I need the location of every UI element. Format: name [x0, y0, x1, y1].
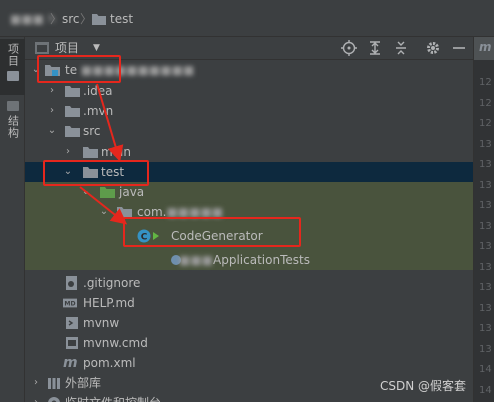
- watermark: CSDN @假客套: [380, 379, 467, 393]
- breadcrumb-separator: 〉: [50, 12, 63, 26]
- highlight-box-root: [37, 55, 121, 83]
- breadcrumb: ■■■ h 〉 src 〉 test: [0, 0, 494, 37]
- tree-label-scratches: 临时文件和控制台: [65, 393, 161, 402]
- tree-label-external-libraries: 外部库: [65, 376, 102, 390]
- gear-icon[interactable]: [425, 40, 441, 56]
- folder-icon: [65, 126, 80, 137]
- expanded-arrow-icon[interactable]: ⌄: [47, 121, 57, 141]
- tree-row-scratches[interactable]: › 临时文件和控制台: [25, 393, 473, 402]
- collapsed-arrow-icon[interactable]: ›: [47, 101, 57, 121]
- maven-icon: m: [63, 355, 78, 371]
- project-view-icon: [35, 42, 49, 54]
- line-number: 13: [479, 138, 492, 150]
- tree-row-applicationtests[interactable]: ■■■ApplicationTests: [25, 250, 473, 270]
- tree-row-help[interactable]: MD HELP.md: [25, 293, 473, 313]
- tab-structure-label: 结构: [6, 115, 20, 139]
- scratches-icon: [48, 397, 60, 402]
- line-number: 13: [479, 343, 492, 355]
- line-number: 12: [479, 97, 492, 109]
- project-view-title[interactable]: 项目: [55, 40, 79, 56]
- chevron-down-icon[interactable]: ▼: [93, 40, 100, 56]
- line-number: 13: [479, 200, 492, 211]
- highlight-box-test: [43, 160, 149, 186]
- tree-row-idea[interactable]: › .idea: [25, 81, 473, 101]
- expand-all-icon[interactable]: [367, 40, 383, 56]
- collapsed-arrow-icon[interactable]: ›: [31, 393, 41, 402]
- tree-row-pom[interactable]: m pom.xml: [25, 353, 473, 373]
- tree-row-gitignore[interactable]: .gitignore: [25, 273, 473, 293]
- line-number: 13: [479, 220, 492, 232]
- tree-row-mvn[interactable]: › .mvn: [25, 101, 473, 121]
- highlight-box-codegenerator: [123, 217, 301, 247]
- collapsed-arrow-icon[interactable]: ›: [47, 81, 57, 101]
- tool-window-strip: 项目 结构: [0, 37, 25, 402]
- tree-label-pom: pom.xml: [83, 356, 136, 370]
- structure-tab-icon: [6, 101, 19, 111]
- markdown-file-icon: MD: [63, 298, 77, 308]
- folder-icon: [83, 147, 98, 158]
- tree-label-mvnwcmd: mvnw.cmd: [83, 336, 148, 350]
- tree-label-src: src: [83, 124, 101, 138]
- line-number: 12: [479, 118, 492, 129]
- folder-icon: [65, 86, 80, 97]
- tree-label-idea: .idea: [83, 84, 113, 98]
- collapse-all-icon[interactable]: [393, 40, 409, 56]
- line-number: 13: [479, 302, 492, 314]
- folder-icon: [92, 14, 106, 25]
- line-number: 14: [479, 364, 492, 375]
- tree-row-src[interactable]: ⌄ src: [25, 121, 473, 141]
- line-number: 13: [479, 282, 492, 293]
- collapsed-arrow-icon[interactable]: ›: [31, 373, 41, 393]
- tree-label-main: main: [101, 145, 131, 159]
- tree-label-mvnw: mvnw: [83, 316, 120, 330]
- locate-icon[interactable]: [341, 40, 357, 56]
- line-number: 13: [479, 179, 492, 191]
- maven-icon: m: [479, 40, 492, 54]
- cmd-file-icon: [66, 337, 78, 349]
- breadcrumb-src[interactable]: src: [62, 11, 80, 27]
- breadcrumb-test[interactable]: test: [110, 11, 133, 27]
- tab-project-label: 项目: [6, 43, 20, 67]
- svg-text:MD: MD: [64, 301, 75, 308]
- tab-structure[interactable]: 结构: [0, 97, 25, 153]
- tree-row-mvnwcmd[interactable]: mvnw.cmd: [25, 333, 473, 353]
- line-number: 13: [479, 323, 492, 334]
- editor-tab[interactable]: m: [474, 37, 494, 60]
- tree-row-main[interactable]: › main: [25, 142, 473, 162]
- line-number: 14: [479, 384, 492, 396]
- breadcrumb-separator: 〉: [80, 12, 93, 26]
- line-number: 13: [479, 261, 492, 273]
- tree-label-applicationtests-text: ApplicationTests: [213, 253, 310, 267]
- test-sources-folder-icon: [100, 187, 115, 198]
- hide-icon[interactable]: [451, 40, 467, 56]
- tree-label-gitignore: .gitignore: [83, 276, 141, 290]
- line-number: 13: [479, 241, 492, 252]
- line-number: 13: [479, 159, 492, 170]
- line-number: 12: [479, 77, 492, 88]
- gitignore-file-icon: [66, 276, 77, 290]
- collapsed-arrow-icon[interactable]: ›: [63, 142, 73, 162]
- project-tab-icon: [6, 71, 19, 81]
- library-icon: [48, 378, 60, 389]
- editor-gutter: m 12 12 12 13 13 13 13 13 13 13 13 13 13 13 14 14: [473, 37, 494, 402]
- tree-label-mvn: .mvn: [83, 104, 114, 118]
- tree-row-mvnw[interactable]: mvnw: [25, 313, 473, 333]
- folder-icon: [65, 106, 80, 117]
- tree-label-help: HELP.md: [83, 296, 135, 310]
- script-file-icon: [66, 317, 78, 329]
- tree-label-applicationtests: ■■■ApplicationTests: [179, 253, 310, 267]
- tab-project[interactable]: 项目: [0, 39, 25, 95]
- expanded-arrow-icon[interactable]: ⌄: [99, 202, 109, 222]
- breadcrumb-project[interactable]: ■■■ h: [10, 11, 55, 27]
